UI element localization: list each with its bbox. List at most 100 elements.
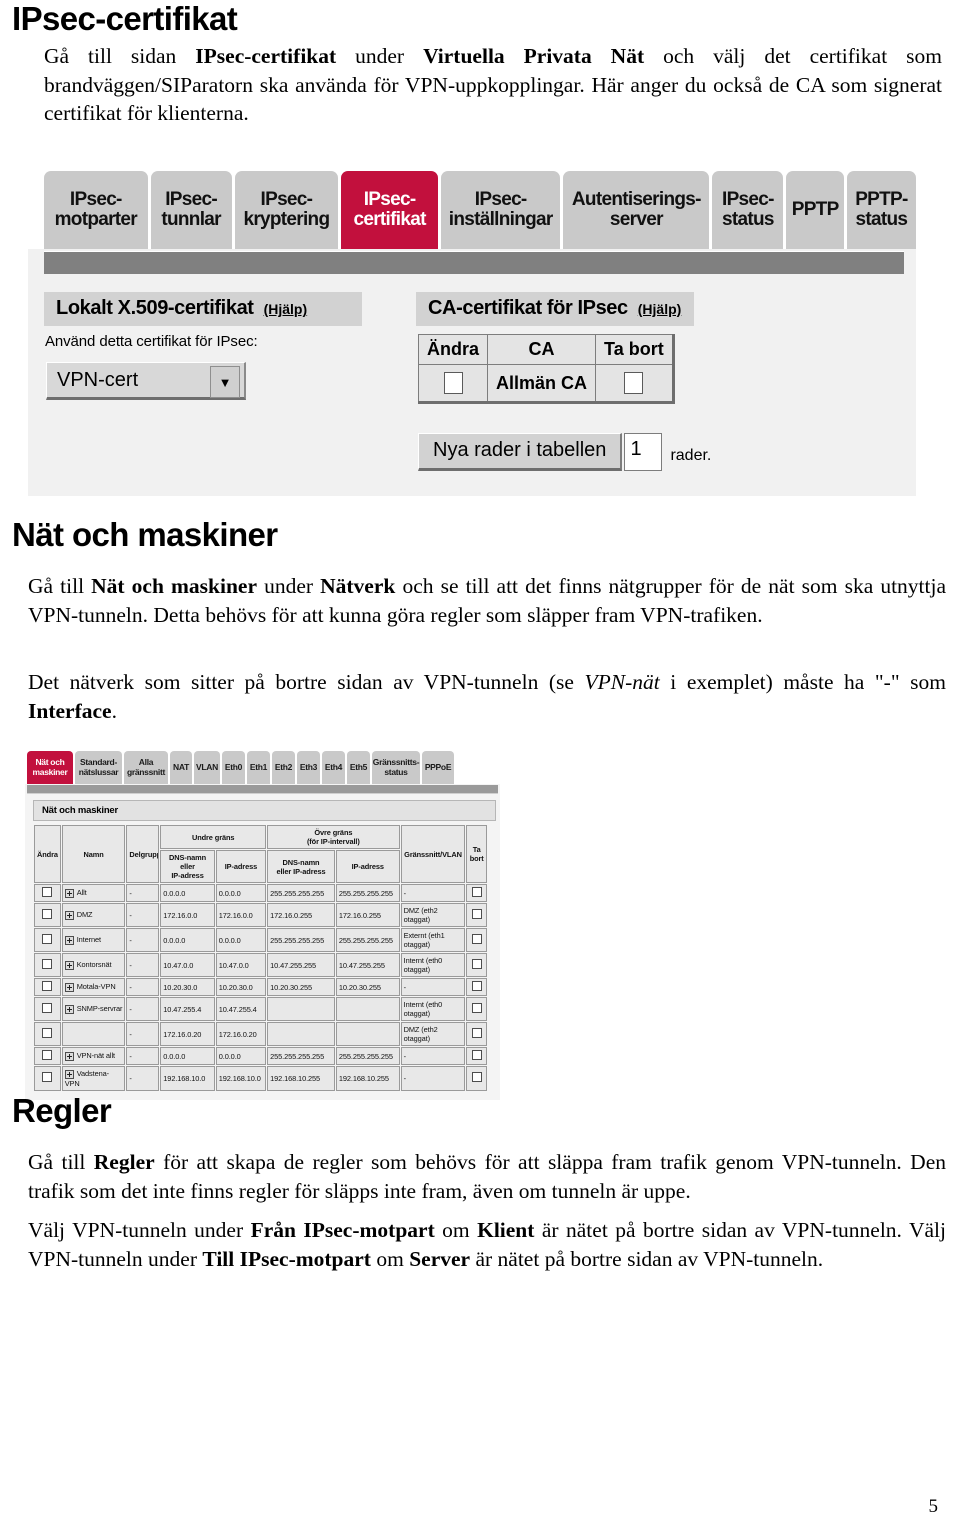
cell-namn: Motala-VPN [61, 978, 126, 996]
tab-nat[interactable]: NAT [170, 751, 192, 784]
andra-checkbox[interactable] [42, 1050, 53, 1060]
add-rows-suffix-label: rader. [670, 447, 712, 464]
ca-certifikat-panel-header: CA-certifikat för IPsec (Hjälp) [416, 292, 694, 326]
expand-plus-icon[interactable] [64, 888, 74, 898]
tab-standard-natslussar[interactable]: Standard- nätslussar [75, 751, 122, 784]
andra-checkbox[interactable] [42, 909, 53, 919]
tab-ipsec-certifikat[interactable]: IPsec- certifikat [341, 171, 438, 249]
tab-ipsec-tunnlar[interactable]: IPsec- tunnlar [150, 171, 232, 249]
tab-ipsec-motparter[interactable]: IPsec- motparter [44, 171, 148, 249]
cell-undre-dns: 172.16.0.0 [160, 903, 215, 927]
expand-plus-icon[interactable] [64, 1051, 74, 1061]
namn-label: Internet [76, 935, 101, 945]
cell-undre-ip: 10.47.255.4 [215, 997, 267, 1021]
tab-pppoe[interactable]: PPPoE [422, 751, 454, 784]
cell-delgrupp: - [126, 1066, 160, 1091]
cell-ovre-dns: 255.255.255.255 [267, 884, 335, 902]
network-tab-underline-strip [27, 785, 498, 794]
tab-eth1[interactable]: Eth1 [247, 751, 270, 784]
header-group-ovre-grans: Övre gräns (för IP-intervall) [267, 825, 400, 849]
andra-checkbox[interactable] [42, 959, 53, 969]
cell-ovre-dns: 255.255.255.255 [267, 928, 335, 952]
cell-ovre-dns [267, 997, 335, 1021]
cell-ovre-ip [335, 1022, 400, 1046]
andra-checkbox[interactable] [42, 1028, 53, 1038]
tab-nat-och-maskiner[interactable]: Nät och maskiner [27, 751, 73, 784]
andra-checkbox[interactable] [42, 887, 53, 897]
cell-ovre-dns: 192.168.10.255 [267, 1066, 335, 1091]
expand-plus-icon[interactable] [64, 935, 74, 945]
andra-checkbox[interactable] [42, 934, 53, 944]
help-link-local-x509[interactable]: (Hjälp) [264, 301, 308, 317]
add-rows-button[interactable]: Nya rader i tabellen [418, 433, 623, 471]
cell-andra-checkbox [34, 1022, 61, 1046]
tab-ipsec-installningar[interactable]: IPsec- inställningar [440, 171, 561, 249]
tabort-checkbox[interactable] [624, 372, 644, 395]
tab-eth4[interactable]: Eth4 [322, 751, 345, 784]
tab-granssnitts-status[interactable]: Gränssnitts- status [372, 751, 420, 784]
namn-label: Kontorsnät [76, 960, 112, 970]
regler-paragraph-2: Välj VPN-tunneln under Från IPsec-motpar… [28, 1218, 946, 1271]
tab-pptp-status[interactable]: PPTP- status [846, 171, 916, 249]
add-rows-control: Nya rader i tabellen 1 rader. [418, 433, 711, 471]
expand-plus-icon[interactable] [64, 1004, 74, 1014]
certificate-select[interactable]: VPN-cert ▼ [46, 362, 246, 400]
cell-ovre-ip [335, 997, 400, 1021]
table-row: Allt -0.0.0.0 0.0.0.0 255.255.255.255 255.25… [34, 884, 487, 902]
tab-vlan[interactable]: VLAN [194, 751, 220, 784]
cell-ovre-ip: 255.255.255.255 [335, 1047, 400, 1065]
andra-checkbox[interactable] [42, 1072, 53, 1083]
cell-andra-checkbox [34, 1066, 61, 1091]
expand-plus-icon[interactable] [64, 1069, 74, 1079]
cell-ovre-ip: 10.20.30.255 [335, 978, 400, 996]
tabort-checkbox[interactable] [471, 909, 482, 919]
tabort-checkbox[interactable] [471, 1050, 482, 1060]
tabort-checkbox[interactable] [471, 1072, 482, 1083]
tabort-checkbox[interactable] [471, 934, 482, 944]
regler-paragraph-1: Gå till Regler för att skapa de regler s… [28, 1150, 947, 1203]
cell-andra-checkbox [417, 364, 489, 403]
namn-label: Motala-VPN [76, 982, 116, 992]
cell-granssnitt-vlan: Internt (eth0 otaggat) [400, 997, 466, 1021]
tab-eth3[interactable]: Eth3 [297, 751, 320, 784]
tabort-checkbox[interactable] [471, 887, 482, 897]
header-ovre-dns-namn: DNS-namn eller IP-adress [267, 850, 335, 883]
andra-checkbox[interactable] [42, 1003, 53, 1013]
tab-eth2[interactable]: Eth2 [272, 751, 295, 784]
tab-eth0[interactable]: Eth0 [222, 751, 245, 784]
add-rows-input[interactable]: 1 [624, 433, 663, 471]
expand-plus-icon[interactable] [64, 910, 74, 920]
cell-granssnitt-vlan: - [400, 884, 466, 902]
help-link-ca-certifikat[interactable]: (Hjälp) [638, 301, 682, 317]
tab-eth5[interactable]: Eth5 [347, 751, 370, 784]
expand-plus-icon[interactable] [64, 982, 74, 992]
cell-ovre-dns: 10.47.255.255 [267, 953, 335, 977]
chevron-down-icon[interactable]: ▼ [210, 366, 240, 398]
certificate-select-value: VPN-cert [57, 368, 139, 391]
tab-autentiseringsserver[interactable]: Autentiserings- server [563, 171, 710, 249]
table-row: Kontorsnät -10.47.0.0 10.47.0.0 10.47.255.2… [34, 953, 487, 977]
cell-undre-dns: 0.0.0.0 [160, 1047, 215, 1065]
andra-checkbox[interactable] [42, 981, 53, 991]
tabort-checkbox[interactable] [471, 981, 482, 991]
tab-ipsec-status[interactable]: IPsec- status [712, 171, 784, 249]
intro-paragraph: Gå till sidan IPsec-certifikat under Vir… [44, 44, 942, 126]
header-andra: Ändra [34, 825, 61, 883]
tabort-checkbox[interactable] [471, 1003, 482, 1013]
tab-ipsec-kryptering[interactable]: IPsec- kryptering [234, 171, 339, 249]
cell-granssnitt-vlan: Internt (eth0 otaggat) [400, 953, 466, 977]
tab-pptp[interactable]: PPTP [786, 171, 844, 249]
header-delgrupp: Delgrupp [126, 825, 160, 883]
nat-paragraph-1: Gå till Nät och maskiner under Nätverk o… [28, 574, 947, 627]
andra-checkbox[interactable] [443, 372, 463, 395]
cell-ovre-ip: 255.255.255.255 [335, 884, 400, 902]
header-group-ovre-grans-label: Övre gräns [314, 828, 353, 837]
cell-undre-dns: 10.20.30.0 [160, 978, 215, 996]
expand-plus-icon[interactable] [64, 960, 74, 970]
local-x509-panel-title: Lokalt X.509-certifikat [56, 297, 254, 319]
tabort-checkbox[interactable] [471, 1028, 482, 1038]
tabort-checkbox[interactable] [471, 959, 482, 969]
cell-undre-ip: 0.0.0.0 [215, 884, 267, 902]
tab-alla-granssnitt[interactable]: Alla gränssnitt [124, 751, 168, 784]
ca-certifikat-panel-title: CA-certifikat för IPsec [428, 297, 628, 319]
